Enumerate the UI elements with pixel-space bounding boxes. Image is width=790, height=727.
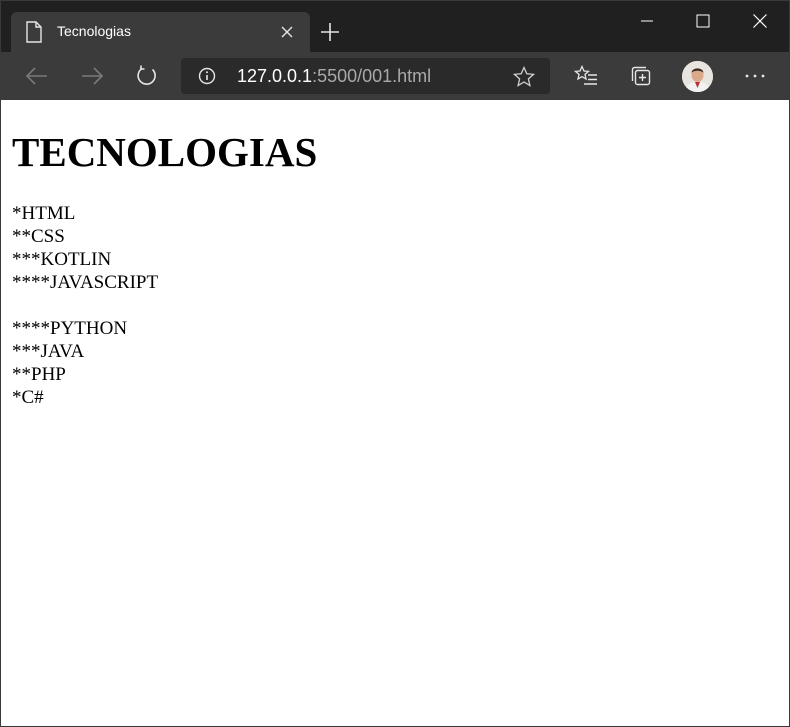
new-tab-icon[interactable]: [319, 21, 341, 43]
profile-avatar[interactable]: [682, 61, 713, 92]
back-button[interactable]: [21, 60, 53, 92]
page-viewport: TECNOLOGIAS *HTML **CSS ***KOTLIN ****JA…: [1, 100, 789, 726]
maximize-button[interactable]: [675, 1, 731, 41]
minimize-button[interactable]: [619, 1, 675, 41]
forward-button[interactable]: [76, 60, 108, 92]
favorites-button[interactable]: [570, 60, 602, 92]
refresh-button[interactable]: [131, 60, 163, 92]
collections-button[interactable]: [625, 60, 657, 92]
more-button[interactable]: [739, 60, 771, 92]
maximize-icon: [696, 14, 710, 28]
url-text[interactable]: 127.0.0.1:5500/001.html: [237, 66, 431, 87]
list-item: ***KOTLIN: [12, 249, 112, 270]
list-item: **CSS: [12, 226, 65, 247]
tab-tecnologias[interactable]: Tecnologias: [11, 12, 310, 52]
browser-window: Tecnologias 127.0.0.1:5500/001.html TECN…: [0, 0, 790, 727]
address-bar[interactable]: 127.0.0.1:5500/001.html: [181, 58, 550, 94]
refresh-icon: [137, 65, 156, 85]
url-host: 127.0.0.1: [237, 66, 313, 86]
collections-icon: [631, 66, 651, 86]
list-item: ****JAVASCRIPT: [12, 272, 159, 293]
avatar: [682, 61, 713, 92]
favorites-list-icon: [574, 65, 597, 85]
info-icon[interactable]: [198, 67, 216, 85]
forward-arrow-icon: [82, 67, 103, 85]
list-item: ****PYTHON: [12, 318, 128, 339]
tab-strip: Tecnologias: [1, 1, 789, 52]
close-icon: [753, 14, 767, 28]
favorite-star-icon[interactable]: [513, 66, 535, 88]
document-icon: [26, 21, 42, 43]
technology-list: *HTML **CSS ***KOTLIN ****JAVASCRIPT ***…: [12, 202, 158, 409]
close-tab-icon[interactable]: [280, 25, 294, 39]
minimize-icon: [641, 20, 653, 22]
close-window-button[interactable]: [732, 1, 788, 41]
list-item: **PHP: [12, 364, 66, 385]
browser-toolbar: 127.0.0.1:5500/001.html: [1, 52, 789, 100]
more-icon: [745, 74, 765, 78]
list-item: ***JAVA: [12, 341, 85, 362]
page-title: TECNOLOGIAS: [12, 129, 318, 175]
tab-title: Tecnologias: [57, 23, 131, 39]
list-item: *C#: [12, 387, 44, 408]
back-arrow-icon: [26, 67, 47, 85]
list-item: *HTML: [12, 203, 76, 224]
url-path: :5500/001.html: [312, 66, 432, 86]
